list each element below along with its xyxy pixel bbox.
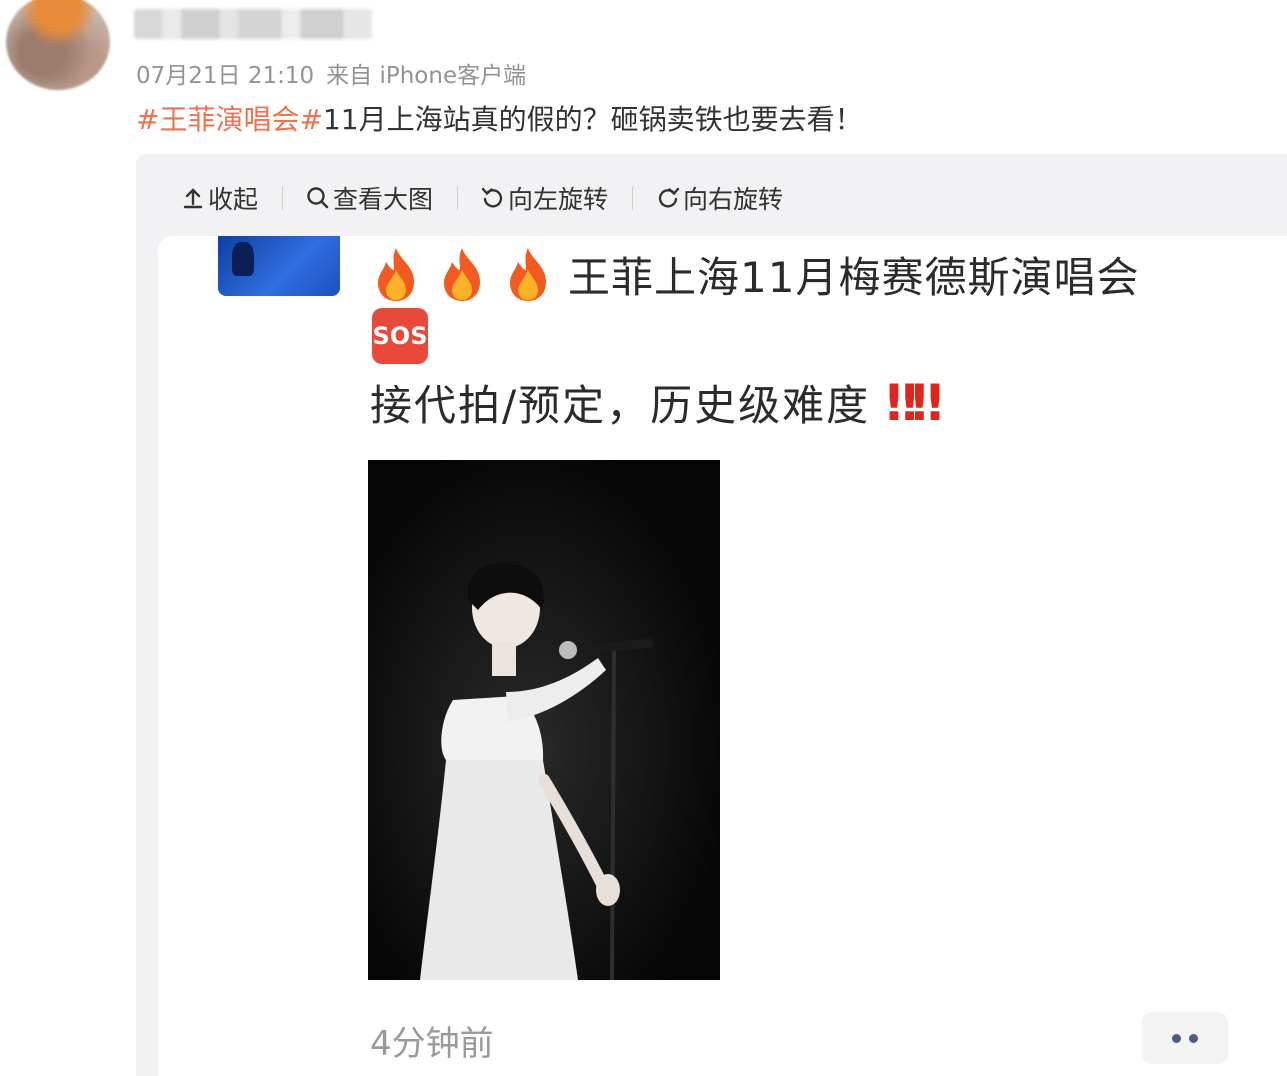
toolbar-divider (632, 186, 634, 210)
rotate-left-button[interactable]: 向左旋转 (480, 180, 608, 216)
toolbar-divider (457, 186, 459, 210)
post-body: 11月上海站真的假的？砸锅卖铁也要去看！ (322, 103, 863, 136)
view-large-button[interactable]: 查看大图 (305, 180, 433, 216)
collapse-button[interactable]: 收起 (180, 180, 258, 216)
rotate-right-button[interactable]: 向右旋转 (655, 180, 783, 216)
toolbar-divider (282, 186, 284, 210)
weibo-post: 07月21日 21:10 来自 iPhone客户端 #王菲演唱会#11月上海站真的… (0, 0, 1287, 1076)
collapse-label: 收起 (208, 185, 259, 214)
more-dot-icon (1172, 1033, 1181, 1043)
singer-photo (368, 460, 720, 980)
time-ago: 4分钟前 (370, 1024, 494, 1064)
sos-emoji-icon: SOS (372, 308, 428, 364)
image-headline: 王菲上海11月梅赛德斯演唱会 (370, 244, 1139, 305)
post-text: #王菲演唱会#11月上海站真的假的？砸锅卖铁也要去看！ (136, 98, 863, 138)
rotate-left-label: 向左旋转 (508, 185, 609, 214)
image-headline-text: 王菲上海11月梅赛德斯演唱会 (568, 253, 1140, 302)
image-line2-text: 接代拍/预定，历史级难度 (370, 381, 871, 430)
search-icon (307, 187, 329, 209)
fire-emoji-icon (378, 248, 414, 301)
fire-emoji-icon (444, 248, 480, 301)
username-blurred[interactable] (134, 9, 372, 39)
collapse-icon (183, 188, 203, 209)
post-image[interactable]: 王菲上海11月梅赛德斯演唱会 SOS 接代拍/预定，历史级难度 ‼‼ 4分钟前 (158, 236, 1287, 1076)
fire-emoji-icon (510, 248, 546, 301)
topic-link[interactable]: #王菲演唱会# (136, 103, 323, 136)
more-options-button (1142, 1012, 1228, 1064)
double-exclamation-icon: ‼‼ (886, 374, 943, 432)
image-toolbar: 收起 查看大图 向左旋转 向右旋转 (180, 180, 783, 216)
singer-illustration (368, 460, 720, 980)
more-dot-icon (1189, 1033, 1198, 1043)
post-timestamp[interactable]: 07月21日 21:10 (136, 63, 314, 89)
image-line2: 接代拍/预定，历史级难度 ‼‼ (370, 372, 943, 433)
view-large-label: 查看大图 (333, 185, 434, 214)
rotate-right-label: 向右旋转 (683, 185, 784, 214)
source-thumbnail (218, 236, 340, 296)
avatar[interactable] (6, 0, 110, 90)
rotate-left-icon (481, 187, 503, 208)
rotate-right-icon (658, 187, 680, 208)
post-source: 来自 iPhone客户端 (326, 63, 527, 89)
post-meta: 07月21日 21:10 来自 iPhone客户端 (136, 56, 526, 90)
